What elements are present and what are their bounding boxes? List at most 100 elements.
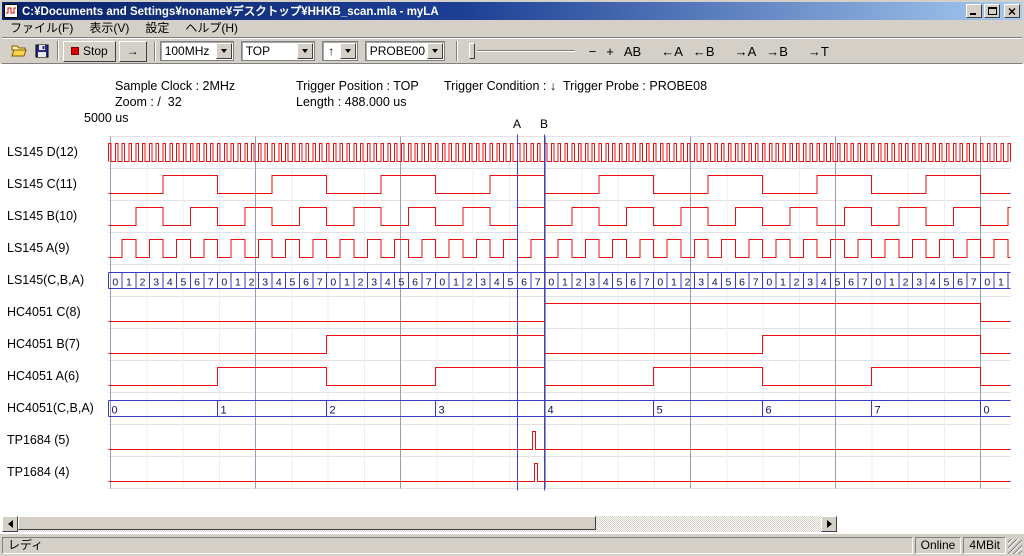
svg-text:6: 6: [303, 277, 309, 289]
wave-hc4051-b-7-: [109, 336, 1011, 354]
svg-text:3: 3: [153, 277, 159, 289]
svg-text:5: 5: [726, 277, 732, 289]
svg-text:1: 1: [998, 277, 1004, 289]
open-file-button[interactable]: [7, 40, 30, 62]
svg-text:2: 2: [685, 277, 691, 289]
svg-text:4: 4: [603, 277, 609, 289]
status-memory: 4MBit: [963, 537, 1006, 554]
waveform-area[interactable]: 0123456701234567012345670123456701234567…: [0, 64, 1024, 534]
svg-text:2: 2: [467, 277, 473, 289]
svg-text:0: 0: [112, 405, 118, 417]
sample-rate-combo[interactable]: 100MHz: [160, 41, 234, 61]
menu-item[interactable]: 表示(V): [81, 20, 137, 38]
svg-text:5: 5: [944, 277, 950, 289]
chevron-down-icon[interactable]: [340, 43, 356, 59]
zoom-slider-track: [477, 50, 575, 52]
svg-text:1: 1: [221, 405, 227, 417]
channel-label: LS145 C(11): [7, 168, 77, 200]
channel-label: TP1684 (5): [7, 424, 70, 456]
zoom-in-button[interactable]: +: [601, 40, 619, 62]
jump-right-to-b-button[interactable]: →B: [761, 40, 793, 62]
svg-text:5: 5: [399, 277, 405, 289]
trigger-edge-value: ↑: [323, 44, 340, 58]
trigger-probe-combo[interactable]: PROBE00: [365, 41, 445, 61]
status-online: Online: [915, 537, 962, 554]
svg-text:6: 6: [194, 277, 200, 289]
trigger-position-value: TOP: [242, 44, 297, 58]
jump-right-to-a-button[interactable]: →A: [730, 40, 762, 62]
channel-label: LS145 B(10): [7, 200, 77, 232]
svg-text:0: 0: [112, 277, 118, 289]
status-message: レディ: [2, 537, 913, 554]
minimize-button[interactable]: [966, 4, 982, 18]
waveform-client: Sample Clock : 2MHz Trigger Position : T…: [0, 64, 1024, 534]
menu-bar: ファイル(F)表示(V)設定ヘルプ(H): [2, 20, 1022, 38]
jump-left-to-b-button[interactable]: ←B: [688, 40, 720, 62]
svg-text:4: 4: [167, 277, 173, 289]
jump-left-to-a-button[interactable]: ←A: [656, 40, 688, 62]
stop-button[interactable]: Stop: [63, 41, 116, 62]
arrow-right-icon: [827, 520, 832, 528]
floppy-icon: [34, 43, 50, 59]
maximize-button[interactable]: [984, 4, 1000, 18]
channel-label: LS145 A(9): [7, 232, 70, 264]
toolbar-separator: [57, 41, 59, 61]
svg-text:3: 3: [439, 405, 445, 417]
save-button[interactable]: [30, 40, 53, 62]
trigger-edge-combo[interactable]: ↑: [322, 41, 358, 61]
menu-item[interactable]: ヘルプ(H): [177, 20, 246, 38]
channel-label: LS145 D(12): [7, 136, 78, 168]
channel-label: HC4051(C,B,A): [7, 392, 94, 424]
close-icon: [1008, 8, 1016, 15]
stop-icon: [71, 47, 79, 55]
status-bar: レディ Online 4MBit: [0, 534, 1024, 556]
svg-text:1: 1: [453, 277, 459, 289]
svg-text:4: 4: [821, 277, 827, 289]
svg-text:1: 1: [562, 277, 568, 289]
svg-text:6: 6: [766, 405, 772, 417]
wave-ls145-c-11-: [109, 176, 1011, 194]
jump-to-trigger-button[interactable]: →T: [803, 40, 834, 62]
channel-label: TP1684 (4): [7, 456, 70, 488]
chevron-down-icon[interactable]: [216, 43, 232, 59]
grid: [109, 137, 1011, 489]
resize-grip[interactable]: [1008, 539, 1022, 554]
ab-range-button[interactable]: AB: [619, 40, 646, 62]
toolbar-separator: [456, 41, 458, 61]
svg-text:6: 6: [848, 277, 854, 289]
close-button[interactable]: [1004, 4, 1020, 18]
scroll-right-button[interactable]: [821, 516, 837, 532]
svg-text:0: 0: [984, 405, 990, 417]
marker-a-label: A: [511, 117, 523, 131]
svg-text:7: 7: [644, 277, 650, 289]
scrollbar-thumb[interactable]: [18, 516, 596, 530]
svg-text:1: 1: [889, 277, 895, 289]
svg-text:1: 1: [780, 277, 786, 289]
wave-hc4051-a-6-: [109, 368, 1011, 386]
svg-text:5: 5: [617, 277, 623, 289]
menu-item[interactable]: ファイル(F): [2, 20, 81, 38]
zoom-slider[interactable]: [467, 41, 575, 61]
toolbar-separator: [154, 41, 156, 61]
scroll-left-button[interactable]: [2, 516, 18, 532]
svg-text:1: 1: [344, 277, 350, 289]
chevron-down-icon[interactable]: [427, 43, 443, 59]
svg-text:0: 0: [766, 277, 772, 289]
svg-text:2: 2: [358, 277, 364, 289]
svg-text:0: 0: [875, 277, 881, 289]
channel-label: HC4051 A(6): [7, 360, 79, 392]
chevron-down-icon[interactable]: [297, 43, 313, 59]
svg-text:2: 2: [330, 405, 336, 417]
svg-text:4: 4: [385, 277, 391, 289]
menu-item[interactable]: 設定: [137, 20, 177, 38]
trigger-position-combo[interactable]: TOP: [241, 41, 315, 61]
wave-hc4051-c-8-: [109, 304, 1011, 322]
run-button[interactable]: →: [119, 41, 147, 62]
horizontal-scrollbar[interactable]: [2, 516, 837, 532]
wave-hc4051-c-b-a-: 012345670: [109, 401, 1011, 417]
zoom-slider-thumb[interactable]: [469, 43, 475, 59]
scrollbar-track[interactable]: [18, 516, 821, 532]
svg-text:6: 6: [412, 277, 418, 289]
svg-text:6: 6: [630, 277, 636, 289]
zoom-out-button[interactable]: −: [584, 40, 602, 62]
